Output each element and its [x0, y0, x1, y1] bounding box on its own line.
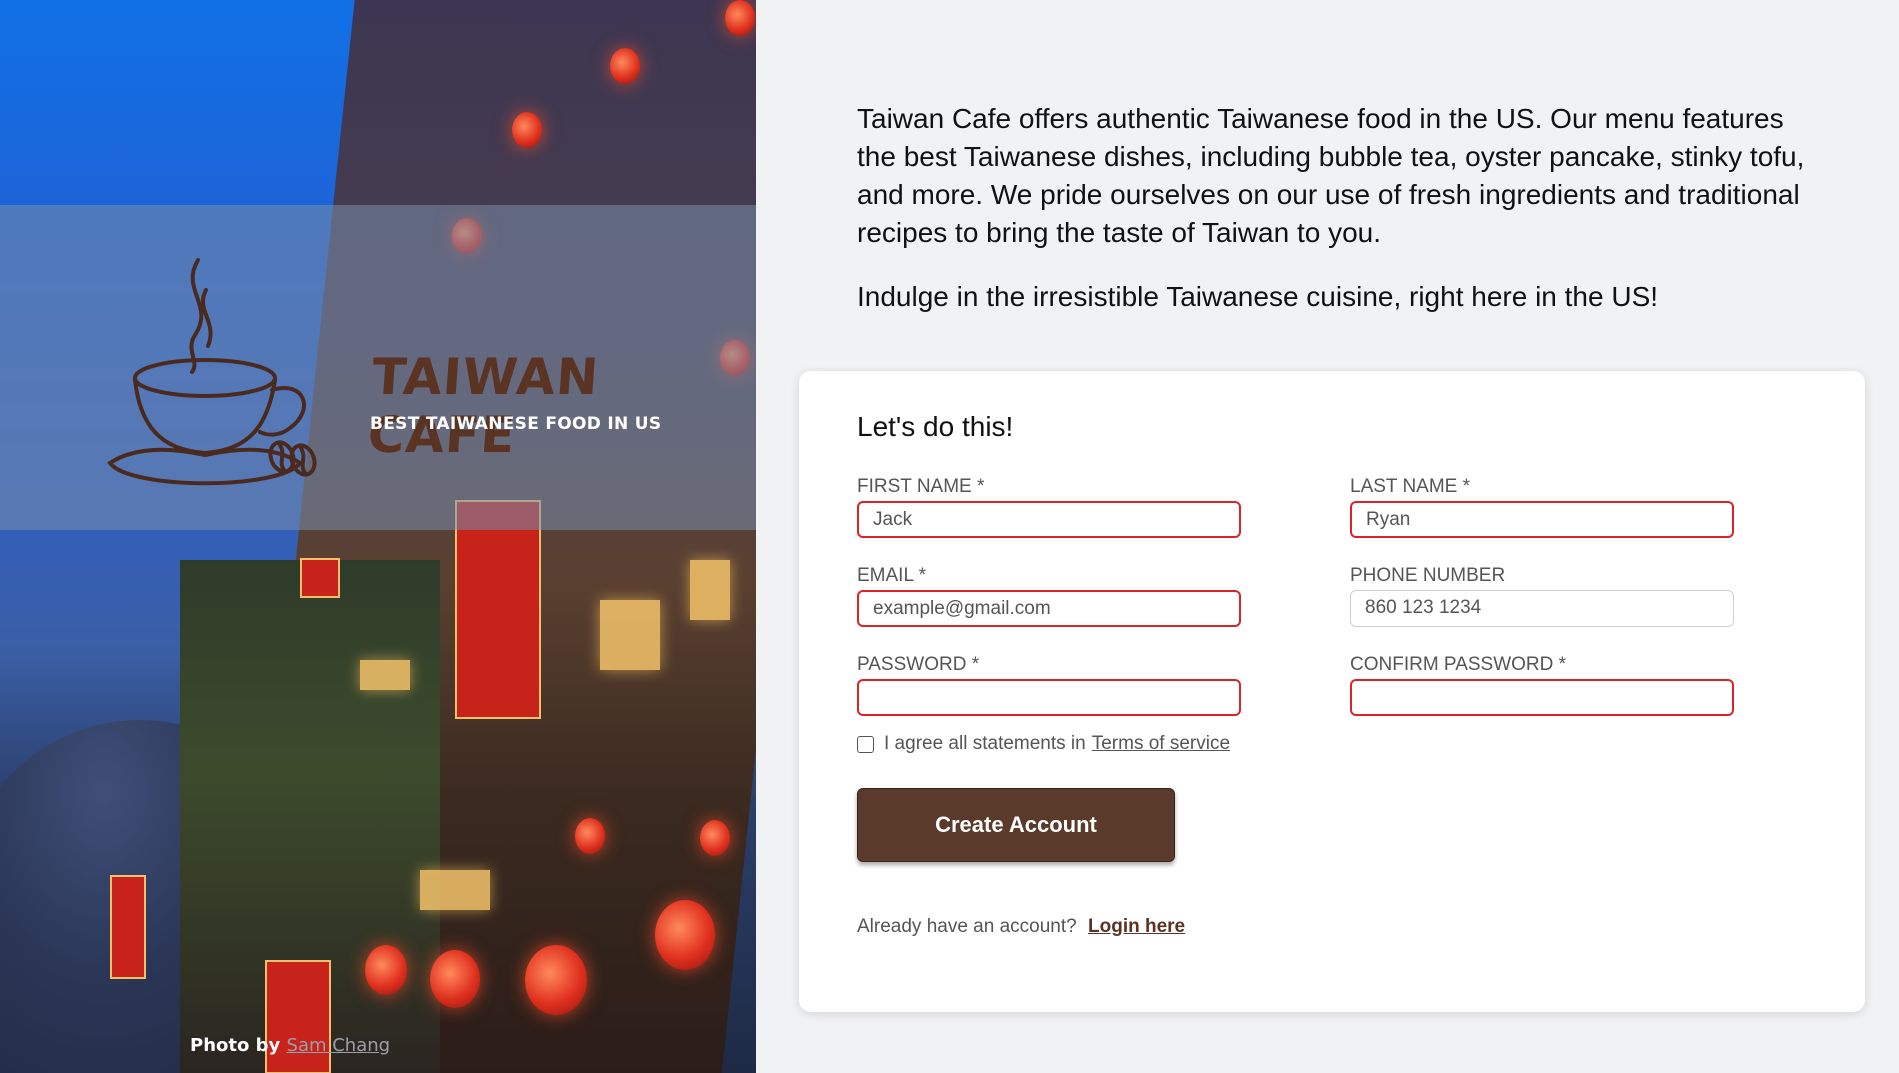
hero-panel: TAIWAN CAFE BEST TAIWANESE FOOD IN US Ph… — [0, 0, 756, 1073]
last-name-input[interactable]: Ryan — [1350, 501, 1734, 538]
lantern-decoration — [430, 950, 480, 1008]
lantern-decoration — [365, 945, 407, 995]
brand-title: TAIWAN CAFE — [365, 348, 602, 464]
lantern-decoration — [700, 820, 730, 856]
checkbox-icon[interactable] — [857, 735, 874, 753]
brand-tagline: BEST TAIWANESE FOOD IN US — [370, 414, 662, 434]
email-label: EMAIL * — [857, 565, 926, 586]
window-light — [360, 660, 410, 690]
first-name-input[interactable]: Jack — [857, 501, 1241, 538]
terms-of-service-link[interactable]: Terms of service — [1092, 733, 1230, 755]
vertical-sign — [265, 960, 331, 1073]
create-account-button[interactable]: Create Account — [857, 788, 1175, 862]
email-input[interactable]: example@gmail.com — [857, 590, 1241, 627]
last-name-label: LAST NAME * — [1350, 476, 1471, 497]
lantern-decoration — [512, 112, 542, 148]
coffee-cup-logo-icon — [107, 258, 317, 486]
email-group: EMAIL * example@gmail.com — [857, 565, 1241, 627]
signup-card: Let's do this! FIRST NAME * Jack LAST NA… — [799, 371, 1865, 1012]
vertical-sign — [455, 500, 541, 719]
photo-credit-author-link[interactable]: Sam Chang — [287, 1035, 391, 1056]
confirm-password-input[interactable] — [1350, 679, 1734, 716]
terms-row: I agree all statements in Terms of servi… — [857, 733, 1230, 755]
intro-text: Taiwan Cafe offers authentic Taiwanese f… — [857, 100, 1817, 342]
lantern-decoration — [575, 818, 605, 854]
lantern-decoration — [725, 0, 755, 36]
window-light — [690, 560, 730, 620]
login-row: Already have an account? Login here — [857, 916, 1185, 938]
window-light — [600, 600, 660, 670]
form-heading: Let's do this! — [857, 411, 1014, 442]
lantern-decoration — [525, 945, 587, 1015]
intro-paragraph: Taiwan Cafe offers authentic Taiwanese f… — [857, 103, 1805, 248]
phone-label: PHONE NUMBER — [1350, 565, 1506, 586]
vertical-sign — [110, 875, 146, 979]
password-group: PASSWORD * — [857, 654, 1241, 716]
first-name-label: FIRST NAME * — [857, 476, 985, 497]
phone-input[interactable]: 860 123 1234 — [1350, 590, 1734, 627]
photo-credit: Photo by Sam Chang — [190, 1035, 390, 1056]
confirm-password-group: CONFIRM PASSWORD * — [1350, 654, 1734, 716]
window-light — [420, 870, 490, 910]
phone-group: PHONE NUMBER 860 123 1234 — [1350, 565, 1734, 627]
password-input[interactable] — [857, 679, 1241, 716]
confirm-password-label: CONFIRM PASSWORD * — [1350, 654, 1567, 675]
first-name-group: FIRST NAME * Jack — [857, 476, 1241, 538]
login-link[interactable]: Login here — [1088, 916, 1185, 937]
photo-credit-prefix: Photo by — [190, 1035, 281, 1056]
small-sign — [300, 558, 340, 598]
lantern-decoration — [610, 48, 640, 84]
login-prompt: Already have an account? — [857, 916, 1077, 937]
terms-text: I agree all statements in — [884, 733, 1086, 754]
lantern-decoration — [655, 900, 715, 970]
last-name-group: LAST NAME * Ryan — [1350, 476, 1734, 538]
intro-paragraph: Indulge in the irresistible Taiwanese cu… — [857, 281, 1659, 312]
password-label: PASSWORD * — [857, 654, 980, 675]
